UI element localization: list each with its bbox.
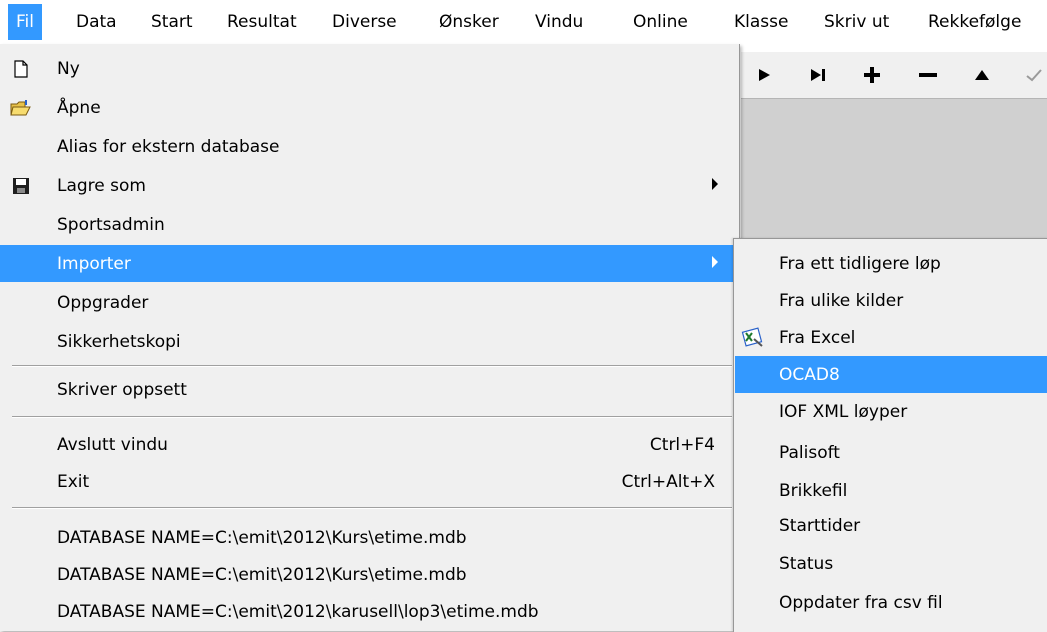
menu-item-lagre-som[interactable]: Lagre som: [0, 167, 739, 204]
menu-data-label: Data: [76, 12, 117, 32]
menu-item-sportsadmin-label: Sportsadmin: [57, 214, 165, 235]
menu-vindu-label: Vindu: [535, 12, 584, 32]
menu-item-avslutt-vindu[interactable]: Avslutt vindu Ctrl+F4: [0, 426, 739, 463]
menu-rekkefolge-label: Rekkefølge: [928, 12, 1022, 32]
submenu-item-ocad8-label: OCAD8: [779, 364, 840, 385]
submenu-item-fra-excel[interactable]: Fra Excel: [735, 319, 1047, 356]
menu-start[interactable]: Start: [143, 4, 201, 40]
menu-item-exit[interactable]: Exit Ctrl+Alt+X: [0, 463, 739, 500]
menu-onsker-label: Ønsker: [439, 12, 499, 32]
menu-item-importer[interactable]: Importer: [0, 245, 739, 282]
submenu-item-ocad8[interactable]: OCAD8: [735, 356, 1047, 393]
menu-resultat-label: Resultat: [227, 12, 297, 32]
import-submenu: Fra ett tidligere løp Fra ulike kilder F…: [733, 238, 1047, 632]
submenu-item-status[interactable]: Status: [735, 545, 1047, 582]
check-icon[interactable]: [1017, 58, 1047, 92]
menu-resultat[interactable]: Resultat: [219, 4, 305, 40]
menu-item-apne[interactable]: Åpne: [0, 89, 739, 126]
submenu-item-fra-ett-tidligere-lop[interactable]: Fra ett tidligere løp: [735, 245, 1047, 282]
menu-item-skriver-oppsett-label: Skriver oppsett: [57, 379, 187, 400]
submenu-item-fra-ett-tidligere-lop-label: Fra ett tidligere løp: [779, 253, 941, 274]
menu-item-recent-db-2-label: DATABASE NAME=C:\emit\2012\Kurs\etime.md…: [57, 564, 467, 585]
toolbar: [741, 52, 1047, 99]
menu-item-sikkerhetskopi-label: Sikkerhetskopi: [57, 331, 181, 352]
menu-item-alias[interactable]: Alias for ekstern database: [0, 128, 739, 165]
menu-item-oppgrader-label: Oppgrader: [57, 292, 149, 313]
menu-klasse-label: Klasse: [734, 12, 789, 32]
menu-online[interactable]: Online: [625, 4, 696, 40]
menu-item-avslutt-vindu-label: Avslutt vindu: [57, 434, 168, 455]
menu-fil[interactable]: Fil: [8, 4, 42, 40]
shortcut-ctrl-alt-x: Ctrl+Alt+X: [621, 471, 715, 492]
menu-start-label: Start: [151, 12, 193, 32]
menu-skriv-ut-label: Skriv ut: [824, 12, 890, 32]
menu-online-label: Online: [633, 12, 688, 32]
menu-separator: [12, 365, 732, 367]
menu-item-importer-label: Importer: [57, 253, 131, 274]
submenu-item-oppdater-fra-csv-fil[interactable]: Oppdater fra csv fil: [735, 584, 1047, 621]
menu-item-sportsadmin[interactable]: Sportsadmin: [0, 206, 739, 243]
menu-diverse[interactable]: Diverse: [324, 4, 405, 40]
play-icon[interactable]: [747, 58, 781, 92]
menu-item-ny-label: Ny: [57, 58, 80, 79]
excel-icon: [739, 325, 765, 351]
triangle-up-icon[interactable]: [965, 58, 999, 92]
menu-bar: Fil Data Start Resultat Diverse Ønsker V…: [0, 0, 1047, 44]
plus-icon[interactable]: [855, 58, 889, 92]
menu-item-apne-label: Åpne: [57, 97, 101, 118]
new-file-icon: [10, 58, 32, 80]
menu-klasse[interactable]: Klasse: [726, 4, 796, 40]
submenu-item-starttider-label: Starttider: [779, 515, 861, 536]
menu-item-recent-db-1[interactable]: DATABASE NAME=C:\emit\2012\Kurs\etime.md…: [0, 519, 739, 556]
file-menu: Ny Åpne Alias for ekstern database Lagre…: [0, 44, 740, 631]
open-folder-icon: [10, 97, 32, 119]
floppy-disk-icon: [10, 175, 32, 197]
submenu-item-oppdater-fra-csv-fil-label: Oppdater fra csv fil: [779, 592, 943, 613]
submenu-item-status-label: Status: [779, 553, 834, 574]
submenu-item-palisoft[interactable]: Palisoft: [735, 434, 1047, 471]
menu-onsker[interactable]: Ønsker: [431, 4, 507, 40]
shortcut-ctrl-f4: Ctrl+F4: [649, 434, 715, 455]
menu-fil-label: Fil: [16, 12, 34, 32]
submenu-item-brikkefil-label: Brikkefil: [779, 480, 848, 501]
submenu-item-iof-xml-loyper-label: IOF XML løyper: [779, 401, 908, 422]
menu-item-recent-db-3-label: DATABASE NAME=C:\emit\2012\karusell\lop3…: [57, 601, 539, 622]
submenu-arrow-icon: [712, 178, 718, 190]
menu-item-ny[interactable]: Ny: [0, 50, 739, 87]
menu-item-lagre-som-label: Lagre som: [57, 175, 146, 196]
menu-item-recent-db-2[interactable]: DATABASE NAME=C:\emit\2012\Kurs\etime.md…: [0, 556, 739, 593]
submenu-arrow-icon: [712, 256, 718, 268]
menu-skriv-ut[interactable]: Skriv ut: [816, 4, 897, 40]
submenu-item-starttider[interactable]: Starttider: [735, 507, 1047, 544]
submenu-item-fra-ulike-kilder-label: Fra ulike kilder: [779, 290, 904, 311]
submenu-item-brikkefil[interactable]: Brikkefil: [735, 472, 1047, 509]
menu-item-exit-label: Exit: [57, 471, 90, 492]
submenu-item-fra-ulike-kilder[interactable]: Fra ulike kilder: [735, 282, 1047, 319]
menu-item-recent-db-3[interactable]: DATABASE NAME=C:\emit\2012\karusell\lop3…: [0, 593, 739, 630]
menu-data[interactable]: Data: [68, 4, 125, 40]
menu-separator: [12, 507, 732, 509]
submenu-item-iof-xml-loyper[interactable]: IOF XML løyper: [735, 393, 1047, 430]
submenu-item-palisoft-label: Palisoft: [779, 442, 840, 463]
menu-item-sikkerhetskopi[interactable]: Sikkerhetskopi: [0, 323, 739, 360]
menu-rekkefolge[interactable]: Rekkefølge: [920, 4, 1029, 40]
skip-end-icon[interactable]: [801, 58, 835, 92]
menu-item-oppgrader[interactable]: Oppgrader: [0, 284, 739, 321]
menu-item-alias-label: Alias for ekstern database: [57, 136, 280, 157]
menu-vindu[interactable]: Vindu: [527, 4, 591, 40]
minus-icon[interactable]: [911, 58, 945, 92]
menu-item-skriver-oppsett[interactable]: Skriver oppsett: [0, 371, 739, 408]
menu-separator: [12, 416, 732, 418]
menu-item-recent-db-1-label: DATABASE NAME=C:\emit\2012\Kurs\etime.md…: [57, 527, 467, 548]
menu-diverse-label: Diverse: [332, 12, 397, 32]
submenu-item-fra-excel-label: Fra Excel: [779, 327, 856, 348]
